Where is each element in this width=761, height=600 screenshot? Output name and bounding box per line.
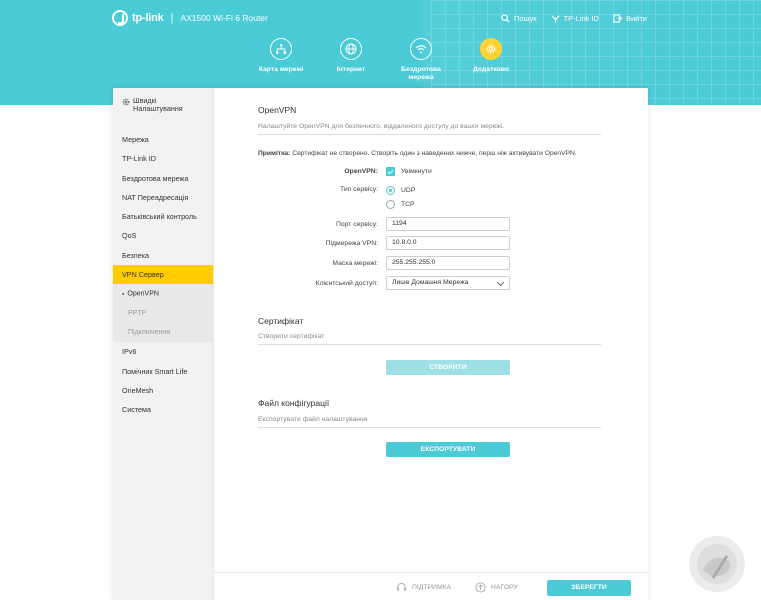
arrow-up-icon	[475, 582, 486, 593]
openvpn-enable-checkbox[interactable]	[386, 167, 395, 176]
logout-label: Вийти	[625, 14, 647, 23]
sidebar-item-onemesh[interactable]: OneMesh	[113, 381, 213, 400]
router-model: AX1500 Wi-Fi 6 Router	[180, 13, 268, 23]
headset-icon	[397, 582, 406, 591]
sidebar-item-qos[interactable]: QoS	[113, 226, 213, 245]
service-type-tcp-radio[interactable]	[386, 200, 395, 209]
netmask-label: Маска мережі:	[332, 260, 378, 267]
main-panel: Швидкі Налаштування Мережа TP-Link ID Бе…	[113, 88, 648, 600]
sidebar-item-vpn-server[interactable]: VPN Сервер	[113, 265, 213, 285]
sidebar-item-quick-setup[interactable]: Швидкі Налаштування	[113, 88, 213, 130]
tplink-logo-icon	[112, 10, 128, 26]
client-access-value: Лише Домашня Мережа	[392, 279, 469, 286]
top-links: Пошук TP-Link ID Вийти	[501, 14, 647, 23]
netmask-input[interactable]: 255.255.255.0	[386, 256, 510, 270]
export-config-button[interactable]: ЕКСПОРТУВАТИ	[386, 442, 510, 457]
sidebar-item-nat[interactable]: NAT Переадресація	[113, 188, 213, 207]
quick-setup-icon	[122, 98, 130, 106]
openvpn-enable-label-text: OpenVPN:	[344, 168, 378, 175]
note-label: Примітка:	[258, 150, 291, 157]
brand-separator: |	[170, 12, 174, 24]
client-access-label: Клієнтський доступ:	[315, 280, 378, 287]
client-access-select[interactable]: Лише Домашня Мережа	[386, 276, 510, 290]
vpn-subnet-input[interactable]: 10.8.0.0	[386, 236, 510, 250]
nav-internet-label: Інтернет	[336, 66, 366, 73]
openvpn-enable-option: Увімкнути	[401, 168, 432, 175]
search-icon	[501, 14, 510, 23]
tplink-id-icon	[551, 15, 560, 23]
service-type-udp-label: UDP	[401, 187, 416, 194]
sidebar-subitem-openvpn[interactable]: OpenVPN	[113, 284, 213, 304]
search-link-label: Пошук	[513, 14, 537, 23]
brand-logo[interactable]: tp-link | AX1500 Wi-Fi 6 Router	[112, 10, 268, 26]
tplink-id-link[interactable]: TP-Link ID	[551, 14, 599, 23]
sidebar-item-security[interactable]: Безпека	[113, 246, 213, 265]
sidebar: Швидкі Налаштування Мережа TP-Link ID Бе…	[113, 88, 214, 600]
support-link[interactable]: ПІДТРИМКА	[396, 582, 451, 593]
brand-name: tp-link	[132, 12, 164, 24]
globe-icon	[340, 38, 362, 60]
sidebar-item-system[interactable]: Система	[113, 400, 213, 419]
logout-link[interactable]: Вийти	[613, 14, 647, 23]
openvpn-enable-label: OpenVPN:	[258, 168, 378, 175]
main-nav: Карта мережі Інтернет Бездротова мережа …	[246, 38, 526, 82]
search-link[interactable]: Пошук	[501, 14, 537, 23]
create-certificate-button[interactable]: СТВОРИТИ	[386, 360, 510, 375]
nav-wireless-label: Бездротова мережа	[401, 66, 441, 81]
chevron-down-icon	[496, 278, 505, 287]
certificate-subtitle: Створити сертифікат	[258, 333, 601, 345]
gear-icon	[480, 38, 502, 60]
tplink-id-label: TP-Link ID	[563, 14, 599, 23]
sidebar-subitem-connections[interactable]: Підключення	[113, 322, 213, 343]
wifi-icon	[410, 38, 432, 60]
vpn-subnet-label: Підмережа VPN:	[325, 240, 378, 247]
sidebar-subitem-pptp[interactable]: PPTP	[113, 303, 213, 323]
nav-advanced[interactable]: Додатково	[456, 38, 526, 82]
certificate-note: Примітка: Сертифікат не створено. Створі…	[258, 150, 577, 157]
service-port-input[interactable]: 1194	[386, 217, 510, 231]
network-map-icon	[270, 38, 292, 60]
openvpn-title: OpenVPN	[258, 105, 297, 115]
openvpn-subtitle: Налаштуйте OpenVPN для безпечного, відда…	[258, 123, 601, 135]
watermark-logo-icon	[689, 536, 745, 592]
footer-bar: ПІДТРИМКА НАГОРУ ЗБЕРЕГТИ	[214, 572, 648, 600]
sidebar-item-label: Швидкі Налаштування	[133, 96, 183, 113]
certificate-title: Сертифікат	[258, 316, 304, 326]
nav-wireless[interactable]: Бездротова мережа	[386, 38, 456, 82]
config-file-subtitle: Експортувати файл налаштування	[258, 416, 601, 428]
sidebar-item-smart-life[interactable]: Помічник Smart Life	[113, 362, 213, 381]
back-to-top-label: НАГОРУ	[491, 584, 518, 591]
service-type-label: Тип сервісу:	[340, 186, 378, 193]
sidebar-item-ipv6[interactable]: IPv6	[113, 342, 213, 361]
logout-icon	[613, 14, 622, 23]
service-port-label: Порт сервісу:	[335, 221, 378, 228]
sidebar-item-tplink-id[interactable]: TP-Link ID	[113, 149, 213, 168]
back-to-top-link[interactable]: НАГОРУ	[475, 582, 518, 593]
service-type-udp-radio[interactable]	[386, 186, 395, 195]
save-button[interactable]: ЗБЕРЕГТИ	[547, 580, 631, 596]
sidebar-item-wireless[interactable]: Бездротова мережа	[113, 169, 213, 188]
sidebar-item-network[interactable]: Мережа	[113, 130, 213, 149]
nav-internet[interactable]: Інтернет	[316, 38, 386, 82]
support-label: ПІДТРИМКА	[412, 584, 452, 591]
nav-network-map[interactable]: Карта мережі	[246, 38, 316, 82]
service-type-tcp-label: TCP	[401, 201, 415, 208]
sidebar-item-parental-controls[interactable]: Батьківський контроль	[113, 207, 213, 226]
nav-network-map-label: Карта мережі	[258, 66, 304, 73]
nav-advanced-label: Додатково	[472, 66, 510, 73]
sidebar-subitem-label: OpenVPN	[127, 290, 159, 298]
config-file-title: Файл конфігурації	[258, 398, 330, 408]
note-text: Сертифікат не створено. Створіть один з …	[292, 150, 577, 157]
